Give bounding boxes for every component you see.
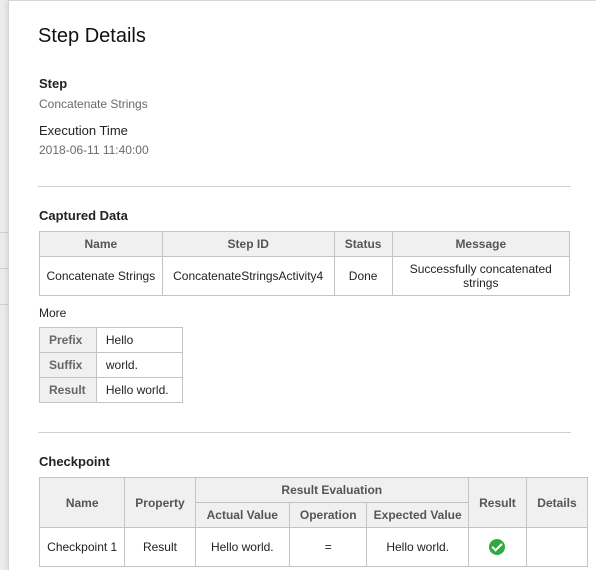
- left-edge-strip: [0, 0, 8, 570]
- key-prefix: Prefix: [39, 327, 97, 353]
- divider: [38, 432, 571, 433]
- column-header-result-evaluation: Result Evaluation: [194, 477, 470, 503]
- value-result: Hello world.: [95, 377, 184, 403]
- column-header-message: Message: [391, 231, 571, 257]
- column-header-actual-value: Actual Value: [194, 502, 291, 528]
- column-header-operation: Operation: [289, 502, 368, 528]
- cell-message: Successfully concatenated strings: [391, 256, 571, 296]
- captured-data-heading: Captured Data: [39, 208, 128, 223]
- checkpoint-heading: Checkpoint: [39, 454, 110, 469]
- table-row: Concatenate Strings ConcatenateStringsAc…: [39, 256, 571, 296]
- cell-property: Result: [124, 527, 196, 567]
- cell-result: [468, 527, 527, 567]
- cell-operation: =: [289, 527, 368, 567]
- value-suffix: world.: [95, 352, 184, 378]
- step-label: Step: [39, 76, 68, 91]
- more-table: Prefix Hello Suffix world. Result Hello …: [39, 327, 184, 403]
- check-circle-icon: [489, 539, 506, 555]
- cell-name: Concatenate Strings: [39, 256, 163, 296]
- cell-step-id: ConcatenateStringsActivity4: [161, 256, 335, 296]
- column-header-expected-value: Expected Value: [366, 502, 469, 528]
- table-row: Result Hello world.: [39, 377, 184, 403]
- cell-actual-value: Hello world.: [194, 527, 291, 567]
- table-row: Prefix Hello: [39, 327, 184, 353]
- value-prefix: Hello: [95, 327, 184, 353]
- table-row: Checkpoint 1 Result Hello world. = Hello…: [38, 527, 589, 567]
- captured-data-table: Name Step ID Status Message Concatenate …: [39, 231, 571, 296]
- more-label: More: [39, 306, 67, 320]
- page-title: Step Details: [38, 25, 146, 47]
- strip-divider: [0, 268, 8, 269]
- column-header-property: Property: [124, 477, 196, 528]
- column-header-name: Name: [39, 231, 163, 257]
- column-header-name: Name: [38, 477, 126, 528]
- cell-expected-value: Hello world.: [366, 527, 469, 567]
- cell-status: Done: [333, 256, 393, 296]
- cell-checkpoint-name: Checkpoint 1: [38, 527, 126, 567]
- column-header-result: Result: [468, 477, 527, 528]
- execution-time-label: Execution Time: [39, 123, 128, 138]
- key-suffix: Suffix: [39, 352, 97, 378]
- cell-details: [525, 527, 589, 567]
- strip-divider: [0, 304, 8, 305]
- column-header-step-id: Step ID: [161, 231, 335, 257]
- strip-divider: [0, 232, 8, 233]
- column-header-details: Details: [525, 477, 589, 528]
- step-details-panel: Step Details Step Concatenate Strings Ex…: [8, 0, 596, 570]
- execution-time-value: 2018-06-11 11:40:00: [39, 143, 149, 157]
- divider: [38, 186, 571, 187]
- column-header-status: Status: [333, 231, 393, 257]
- checkpoint-table: Name Property Result Evaluation Result D…: [38, 477, 589, 567]
- step-value: Concatenate Strings: [39, 97, 148, 111]
- key-result: Result: [39, 377, 97, 403]
- table-row: Suffix world.: [39, 352, 184, 378]
